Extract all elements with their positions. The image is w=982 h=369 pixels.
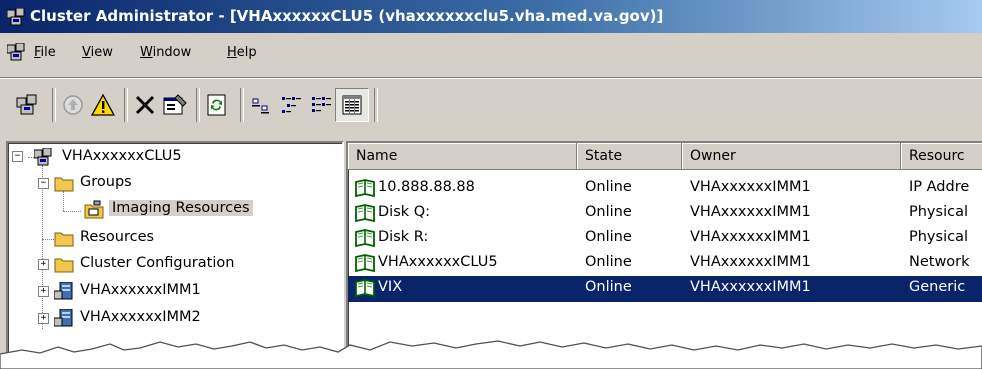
list-view-icon[interactable] [308, 92, 334, 118]
system-menu-icon[interactable] [6, 42, 25, 65]
cell-owner: VHAxxxxxxIMM1 [690, 254, 811, 270]
cell-state: Online [585, 179, 632, 195]
header-label: State [585, 148, 623, 164]
server-icon [54, 282, 73, 300]
header-label: Resourc [909, 148, 965, 164]
header-label: Name [356, 148, 398, 164]
menu-window-rest: indow [152, 45, 192, 60]
cell-owner: VHAxxxxxxIMM1 [690, 204, 811, 220]
tree-line [63, 191, 65, 211]
cell-name: VHAxxxxxxCLU5 [378, 254, 498, 270]
cell-type: IP Addre [909, 179, 970, 195]
menu-help-accel: H [227, 45, 237, 60]
server-icon [54, 309, 73, 327]
root-collapse-toggle[interactable]: − [12, 151, 23, 162]
column-header-owner[interactable]: Owner [682, 143, 901, 170]
cell-type: Physical [909, 204, 968, 220]
refresh-icon[interactable] [204, 92, 230, 118]
folder-icon [54, 177, 74, 192]
menu-view-accel: V [82, 45, 91, 60]
cell-type: Network [909, 254, 970, 270]
delete-icon[interactable] [132, 92, 158, 118]
toolbar-separator [196, 88, 200, 122]
tree-label: VHAxxxxxxCLU5 [62, 148, 182, 164]
cell-type: Physical [909, 229, 968, 245]
cell-name: VIX [378, 279, 403, 295]
resource-book-icon [355, 254, 375, 273]
resource-book-icon [355, 229, 375, 248]
tree-line [42, 165, 44, 239]
menu-window-accel: W [140, 45, 153, 60]
cell-name: 10.888.88.88 [378, 179, 475, 195]
cell-name: Disk Q: [378, 204, 431, 220]
torn-edge-decoration [0, 340, 982, 369]
menu-view-rest: iew [90, 45, 113, 60]
cell-name: Disk R: [378, 229, 429, 245]
menu-help-rest: elp [236, 45, 257, 60]
folder-icon [54, 258, 74, 273]
toolbar [0, 77, 982, 134]
resource-book-icon [355, 204, 375, 223]
cell-state: Online [585, 229, 632, 245]
tree-label: VHAxxxxxxIMM2 [80, 309, 201, 325]
large-icons-view-icon[interactable] [248, 92, 274, 118]
table-row[interactable]: Disk R: Online VHAxxxxxxIMM1 Physical [348, 226, 982, 252]
table-row[interactable]: Disk Q: Online VHAxxxxxxIMM1 Physical [348, 201, 982, 227]
toolbar-separator [52, 88, 56, 122]
menu-help[interactable]: Help [227, 45, 257, 60]
resource-book-icon [355, 179, 375, 198]
column-header-name[interactable]: Name [348, 143, 577, 170]
header-label: Owner [690, 148, 736, 164]
bring-online-icon[interactable] [60, 92, 86, 118]
cell-state: Online [585, 279, 632, 295]
table-row[interactable]: 10.888.88.88 Online VHAxxxxxxIMM1 IP Addre [348, 176, 982, 202]
column-header-resource-type[interactable]: Resourc [901, 143, 982, 170]
resource-book-icon [355, 279, 375, 298]
cell-owner: VHAxxxxxxIMM1 [690, 229, 811, 245]
node2-expand-toggle[interactable]: + [38, 313, 49, 324]
tree-line [63, 211, 81, 213]
tree-label: Resources [80, 229, 155, 245]
cell-state: Online [585, 254, 632, 270]
menu-file[interactable]: File [34, 45, 56, 60]
tree-label: Cluster Configuration [80, 255, 235, 271]
toolbar-separator [124, 88, 128, 122]
toolbar-separator [374, 88, 378, 122]
tree-label: Groups [80, 174, 132, 190]
cell-owner: VHAxxxxxxIMM1 [690, 279, 811, 295]
cell-owner: VHAxxxxxxIMM1 [690, 179, 811, 195]
cluster-app-icon [6, 7, 25, 30]
cluster-config-expand-toggle[interactable]: + [38, 259, 49, 270]
cluster-administrator-window: Cluster Administrator - [VHAxxxxxxCLU5 (… [0, 0, 982, 369]
groups-collapse-toggle[interactable]: − [38, 178, 49, 189]
tree-label: Imaging Resources [109, 200, 253, 216]
tree-label: VHAxxxxxxIMM1 [80, 282, 201, 298]
cell-state: Online [585, 204, 632, 220]
menu-file-rest: ile [40, 45, 56, 60]
properties-icon[interactable] [162, 92, 188, 118]
menu-view[interactable]: View [82, 45, 113, 60]
details-view-icon[interactable] [335, 88, 369, 122]
cluster-open-icon[interactable] [14, 92, 40, 118]
group-folder-icon [84, 200, 104, 219]
cluster-icon [34, 148, 52, 166]
small-icons-view-icon[interactable] [278, 92, 304, 118]
column-header-state[interactable]: State [577, 143, 682, 170]
menu-bar: File View Window Help [0, 33, 982, 69]
folder-icon [54, 232, 74, 247]
cell-type: Generic [909, 279, 966, 295]
table-row[interactable]: VHAxxxxxxCLU5 Online VHAxxxxxxIMM1 Network [348, 251, 982, 277]
node1-expand-toggle[interactable]: + [38, 286, 49, 297]
window-title: Cluster Administrator - [VHAxxxxxxCLU5 (… [30, 7, 664, 25]
menu-window[interactable]: Window [140, 45, 191, 60]
toolbar-separator [240, 88, 244, 122]
title-bar[interactable]: Cluster Administrator - [VHAxxxxxxCLU5 (… [0, 0, 982, 33]
table-row[interactable]: VIX Online VHAxxxxxxIMM1 Generic [348, 276, 982, 302]
take-offline-warning-icon[interactable] [90, 92, 116, 118]
